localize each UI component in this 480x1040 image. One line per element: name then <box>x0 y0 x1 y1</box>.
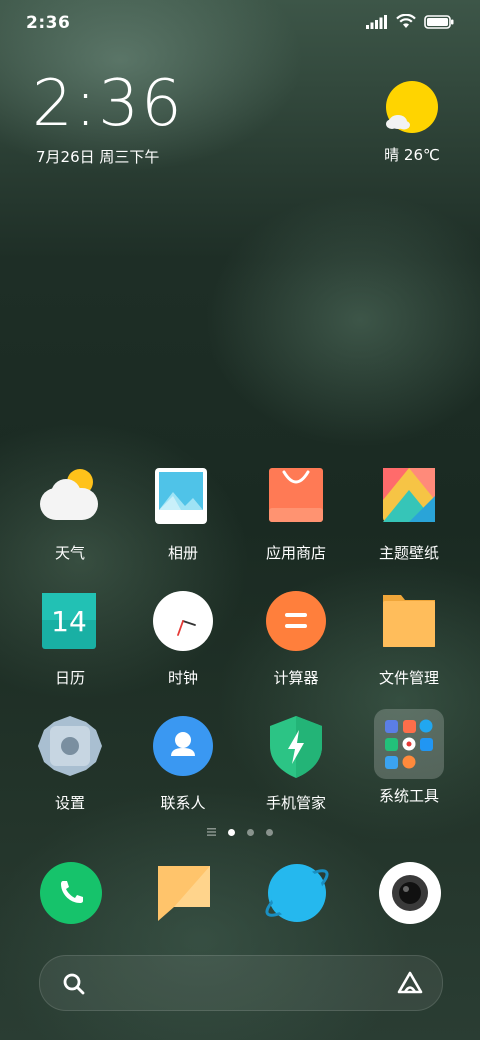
settings-app[interactable]: 设置 <box>15 716 125 813</box>
sun-cloud-icon <box>385 80 439 134</box>
clock-icon <box>151 591 215 655</box>
gallery-icon <box>151 466 215 530</box>
app-label: 日历 <box>54 669 85 687</box>
message-icon <box>158 866 210 921</box>
camera-icon <box>379 862 441 924</box>
app-store-app[interactable]: 应用商店 <box>241 466 351 563</box>
browser-icon <box>265 864 329 922</box>
weather-icon <box>38 466 102 530</box>
weather-app[interactable]: 天气 <box>15 466 125 563</box>
camera-app[interactable] <box>378 861 442 925</box>
themes-icon <box>377 466 441 530</box>
contacts-icon <box>151 716 215 780</box>
calendar-day: 14 <box>51 605 87 638</box>
gallery-app[interactable]: 相册 <box>128 466 238 563</box>
app-label: 天气 <box>54 544 85 562</box>
shopping-bag-icon <box>264 466 328 530</box>
app-label: 设置 <box>54 794 85 812</box>
page-dot[interactable] <box>266 828 273 836</box>
calculator-icon <box>264 591 328 655</box>
weather-summary: 晴 26℃ <box>384 146 440 164</box>
app-label: 时钟 <box>167 669 198 687</box>
app-label: 系统工具 <box>378 787 439 805</box>
page-dot[interactable] <box>247 828 254 836</box>
weather-widget[interactable]: 晴 26℃ <box>372 80 452 165</box>
home-date[interactable]: 7月26日 周三下午 <box>36 146 159 167</box>
app-label: 主题壁纸 <box>378 544 439 562</box>
calculator-app[interactable]: 计算器 <box>241 591 351 688</box>
phone-icon <box>40 862 102 924</box>
battery-icon <box>424 14 454 29</box>
calendar-icon: 14 <box>38 591 102 655</box>
system-tools-folder[interactable]: 系统工具 <box>354 709 464 806</box>
folder-grid-icon <box>374 709 444 779</box>
page-indicator[interactable] <box>0 828 480 836</box>
shield-icon <box>264 716 328 780</box>
signal-icon <box>366 14 387 29</box>
file-manager-app[interactable]: 文件管理 <box>354 591 464 688</box>
calendar-app[interactable]: 14 日历 <box>15 591 125 688</box>
app-label: 手机管家 <box>265 794 326 812</box>
contacts-app[interactable]: 联系人 <box>128 716 238 813</box>
wifi-icon <box>396 14 416 28</box>
themes-app[interactable]: 主题壁纸 <box>354 466 464 563</box>
messages-app[interactable] <box>152 861 216 925</box>
status-time: 2:36 <box>26 13 71 33</box>
folder-icon <box>377 591 441 655</box>
gear-icon <box>38 716 102 780</box>
browser-app[interactable] <box>265 861 329 925</box>
app-label: 应用商店 <box>265 544 326 562</box>
security-app[interactable]: 手机管家 <box>241 716 351 813</box>
home-clock[interactable]: 2:36 <box>32 72 184 136</box>
phone-app[interactable] <box>39 861 103 925</box>
menu-lines-icon <box>207 828 216 836</box>
app-label: 相册 <box>167 544 198 562</box>
assistant-icon[interactable] <box>396 970 424 996</box>
clock-app[interactable]: 时钟 <box>128 591 238 688</box>
search-bar[interactable] <box>39 955 443 1011</box>
app-label: 文件管理 <box>378 669 439 687</box>
app-label: 联系人 <box>160 794 206 812</box>
search-icon[interactable] <box>62 972 86 996</box>
app-label: 计算器 <box>273 669 319 687</box>
page-dot-active[interactable] <box>228 828 235 836</box>
status-icons <box>366 14 454 29</box>
